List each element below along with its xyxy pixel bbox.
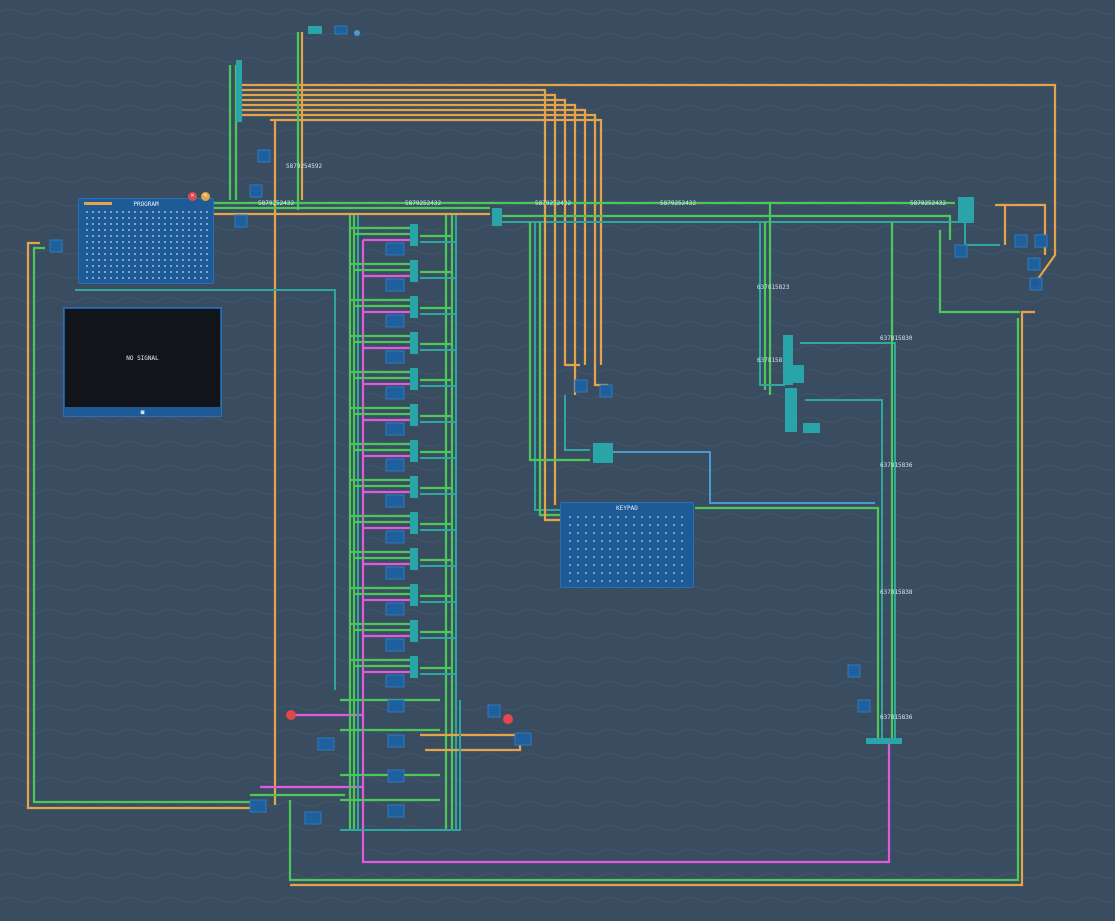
logic-gate-chip <box>334 25 348 35</box>
keypad-panel[interactable]: KEYPAD <box>560 502 694 588</box>
register-latch <box>410 656 418 678</box>
register-chip <box>385 458 405 472</box>
wire-label: 637815823 <box>757 284 790 291</box>
register-latch <box>410 296 418 318</box>
control-chip <box>387 699 405 713</box>
register-chip <box>385 386 405 400</box>
circuit-canvas[interactable]: 5879254592 5879252432 5879252432 5879252… <box>0 0 1115 921</box>
register-latch <box>410 260 418 282</box>
register-chip <box>385 278 405 292</box>
control-chip <box>304 811 322 825</box>
logic-gate-chip <box>257 149 271 163</box>
status-led-icon <box>286 710 296 720</box>
logic-gate-chip <box>49 239 63 253</box>
register-latch <box>410 584 418 606</box>
output-pin-icon <box>354 30 360 36</box>
register-chip <box>385 530 405 544</box>
register-chip <box>385 314 405 328</box>
register-latch <box>410 548 418 570</box>
program-title: PROGRAM <box>133 201 159 208</box>
wire-label: 637815836 <box>880 714 913 721</box>
register-latch <box>410 476 418 498</box>
trash-icon[interactable]: ✕ <box>188 192 197 201</box>
register-chip <box>385 602 405 616</box>
register-latch <box>410 332 418 354</box>
register-chip <box>385 638 405 652</box>
wire-label: 637815830 <box>880 335 913 342</box>
register-latch <box>410 512 418 534</box>
register-chip <box>385 422 405 436</box>
display-component[interactable]: NO SIGNAL ■ <box>63 307 222 417</box>
logic-gate-chip <box>487 704 501 718</box>
register-chip <box>385 242 405 256</box>
keypad-title: KEYPAD <box>616 505 638 512</box>
display-screen: NO SIGNAL <box>65 309 220 407</box>
register-chip <box>385 674 405 688</box>
wire-label: 5879252432 <box>405 200 442 207</box>
logic-gate-chip <box>234 214 248 228</box>
register-latch <box>410 440 418 462</box>
bus-splitter <box>492 208 502 226</box>
wire-label: 637815836 <box>880 462 913 469</box>
register-latch <box>410 224 418 246</box>
control-chip <box>249 799 267 813</box>
register-chip <box>385 350 405 364</box>
logic-gate-chip <box>847 664 861 678</box>
input-bus-connector <box>236 60 242 122</box>
program-grid[interactable] <box>84 209 208 279</box>
wire-label: 5879252432 <box>535 200 572 207</box>
register-latch <box>410 404 418 426</box>
wire-label: 5879252432 <box>258 200 295 207</box>
wire-label: 5879252432 <box>910 200 947 207</box>
logic-gate-chip <box>249 184 263 198</box>
control-chip <box>514 732 532 746</box>
logic-gate-chip <box>1034 234 1048 248</box>
pencil-icon[interactable]: ✎ <box>201 192 210 201</box>
program-memory-panel[interactable]: PROGRAM <box>78 198 214 284</box>
keypad-grid[interactable] <box>566 513 688 583</box>
output-pin-icon <box>1031 279 1039 287</box>
register-chip <box>385 566 405 580</box>
control-chip <box>387 769 405 783</box>
wire-label: 5879254592 <box>286 163 323 170</box>
wire-label: 5879252432 <box>660 200 697 207</box>
logic-gate-chip <box>954 244 968 258</box>
display-status: NO SIGNAL <box>126 354 159 362</box>
display-icon: ■ <box>140 409 145 416</box>
logic-gate-chip <box>599 384 613 398</box>
control-chip <box>387 734 405 748</box>
register-chip <box>385 494 405 508</box>
control-chip <box>317 737 335 751</box>
logic-gate-chip <box>574 379 588 393</box>
logic-gate-chip <box>1027 257 1041 271</box>
logic-gate-chip <box>1014 234 1028 248</box>
status-led-icon <box>503 714 513 724</box>
logic-gate-chip <box>857 699 871 713</box>
control-chip <box>387 804 405 818</box>
wire-label: 637815838 <box>880 589 913 596</box>
register-latch <box>410 368 418 390</box>
register-latch <box>410 620 418 642</box>
